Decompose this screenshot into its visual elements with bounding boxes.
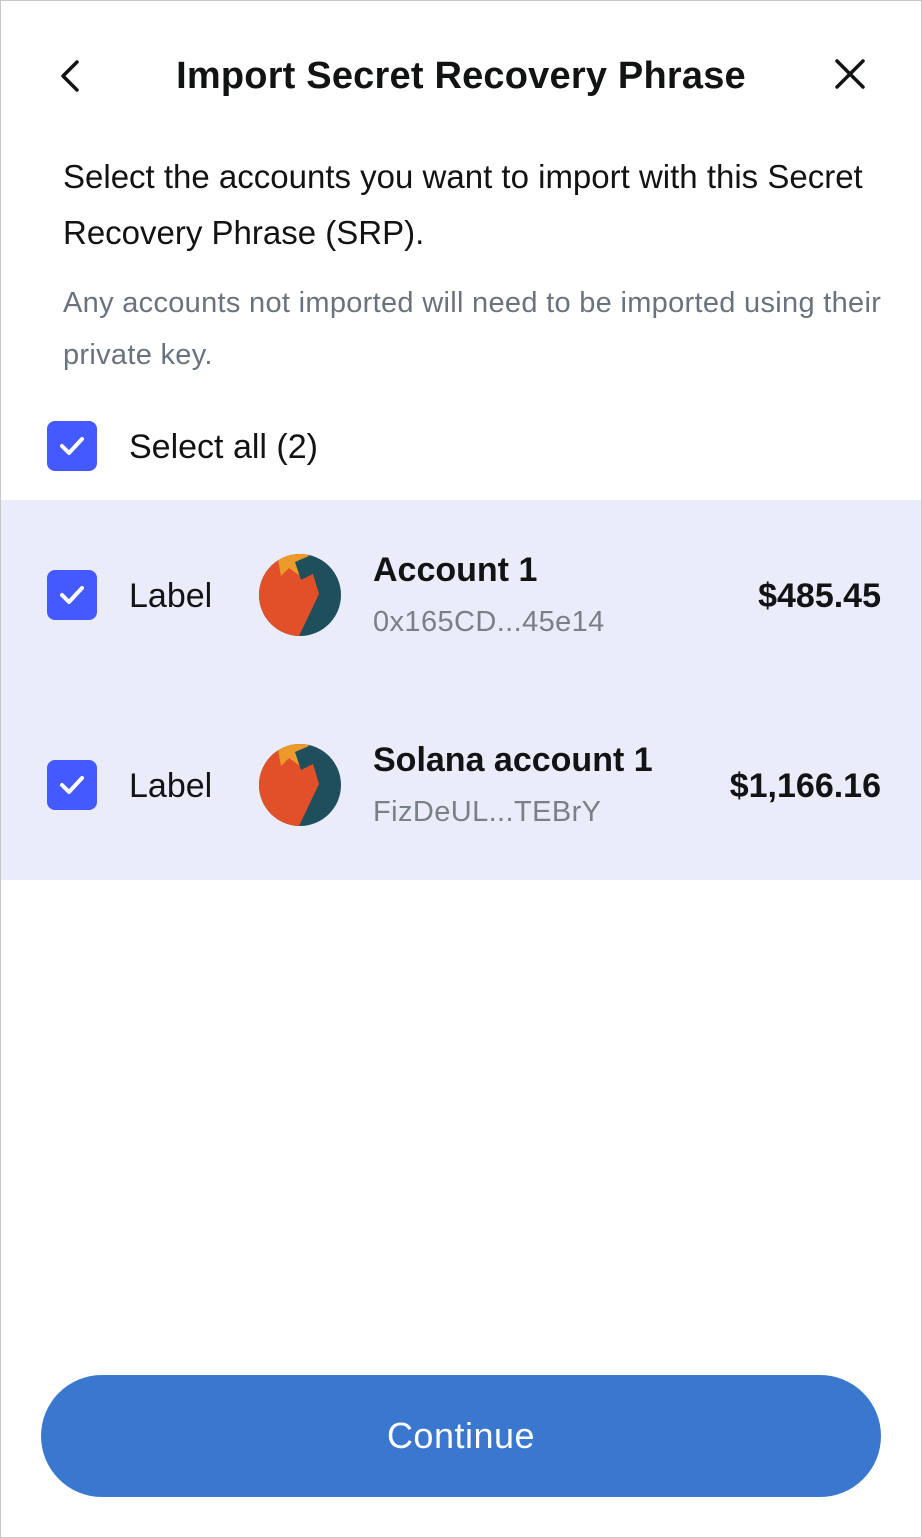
account-label: Label xyxy=(129,767,213,805)
account-balance: $485.45 xyxy=(758,577,881,615)
account-label: Label xyxy=(129,577,213,615)
intro-text: Select the accounts you want to import w… xyxy=(63,158,863,251)
account-checkbox[interactable] xyxy=(47,570,97,620)
chevron-left-icon xyxy=(61,60,79,92)
jazzicon-avatar xyxy=(259,744,341,826)
check-icon xyxy=(60,437,84,455)
select-all-row[interactable]: Select all (2) xyxy=(1,421,921,477)
check-icon xyxy=(60,586,84,604)
select-all-checkbox[interactable] xyxy=(47,421,97,471)
import-srp-screen: Import Secret Recovery Phrase Select the… xyxy=(0,0,922,1538)
header: Import Secret Recovery Phrase xyxy=(1,41,921,111)
select-all-label: Select all (2) xyxy=(129,428,318,466)
back-button[interactable] xyxy=(45,49,99,103)
account-name: Account 1 xyxy=(373,551,538,589)
jazzicon-avatar xyxy=(259,554,341,636)
check-icon xyxy=(60,776,84,794)
account-name: Solana account 1 xyxy=(373,741,653,779)
page-title: Import Secret Recovery Phrase xyxy=(176,55,746,97)
close-icon xyxy=(835,59,865,89)
account-address: 0x165CD...45e14 xyxy=(373,606,605,638)
intro-note: Any accounts not imported will need to b… xyxy=(63,287,882,371)
account-address: FizDeUL...TEBrY xyxy=(373,796,602,828)
continue-button[interactable]: Continue xyxy=(41,1375,881,1497)
account-list: Label Account 1 0x165CD...45e14 $485.45 … xyxy=(1,500,921,880)
account-balance: $1,166.16 xyxy=(729,767,881,805)
account-row-2[interactable]: Label Solana account 1 FizDeUL...TEBrY $… xyxy=(1,690,921,880)
account-row-1[interactable]: Label Account 1 0x165CD...45e14 $485.45 xyxy=(1,500,921,690)
close-button[interactable] xyxy=(823,47,877,101)
account-checkbox[interactable] xyxy=(47,760,97,810)
